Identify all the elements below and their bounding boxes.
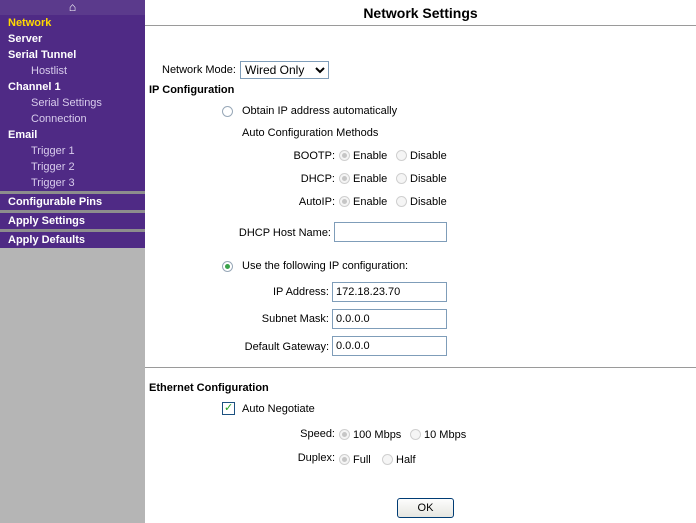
sidebar-item-trigger-2[interactable]: Trigger 2 <box>0 159 145 175</box>
speed-10-label: 10 Mbps <box>424 429 467 441</box>
autoip-disable-label: Disable <box>410 196 447 208</box>
sidebar-item-apply-settings[interactable]: Apply Settings <box>0 213 145 229</box>
default-gateway-label: Default Gateway: <box>244 341 329 353</box>
speed-100-radio[interactable] <box>339 429 350 440</box>
ip-address-label: IP Address: <box>272 286 329 298</box>
ok-button[interactable]: OK <box>397 498 454 518</box>
use-following-radio[interactable] <box>222 261 233 272</box>
autoip-label: AutoIP: <box>298 196 335 208</box>
sidebar-item-configurable-pins[interactable]: Configurable Pins <box>0 194 145 210</box>
autoip-disable-radio[interactable] <box>396 196 407 207</box>
sidebar-item-server[interactable]: Server <box>0 31 145 47</box>
sidebar-item-serial-settings[interactable]: Serial Settings <box>0 95 145 111</box>
sidebar-item-apply-defaults[interactable]: Apply Defaults <box>0 232 145 248</box>
sidebar-item-email[interactable]: Email <box>0 127 145 143</box>
duplex-full-radio[interactable] <box>339 454 350 465</box>
autoip-enable-label: Enable <box>353 196 388 208</box>
subnet-mask-input[interactable] <box>332 309 447 329</box>
sidebar-item-channel-1[interactable]: Channel 1 <box>0 79 145 95</box>
speed-10-radio[interactable] <box>410 429 421 440</box>
bootp-enable-radio[interactable] <box>339 150 350 161</box>
dhcp-enable-radio[interactable] <box>339 173 350 184</box>
ip-configuration-heading: IP Configuration <box>149 84 235 96</box>
page-title: Network Settings <box>145 0 696 26</box>
use-following-label: Use the following IP configuration: <box>242 260 409 272</box>
dhcp-enable-label: Enable <box>353 173 388 185</box>
duplex-full-label: Full <box>353 454 371 466</box>
sidebar-item-connection[interactable]: Connection <box>0 111 145 127</box>
sidebar-item-hostlist[interactable]: Hostlist <box>0 63 145 79</box>
bootp-enable-label: Enable <box>353 150 388 162</box>
duplex-half-radio[interactable] <box>382 454 393 465</box>
bootp-disable-radio[interactable] <box>396 150 407 161</box>
duplex-half-label: Half <box>396 454 416 466</box>
ip-address-input[interactable] <box>332 282 447 302</box>
obtain-auto-radio[interactable] <box>222 106 233 117</box>
ethernet-configuration-heading: Ethernet Configuration <box>149 382 269 394</box>
home-icon[interactable]: ⌂ <box>0 0 145 15</box>
auto-negotiate-checkbox[interactable] <box>222 401 235 415</box>
duplex-label: Duplex: <box>297 452 335 464</box>
dhcp-disable-label: Disable <box>410 173 447 185</box>
dhcp-label: DHCP: <box>300 173 335 185</box>
sidebar-item-trigger-3[interactable]: Trigger 3 <box>0 175 145 191</box>
sidebar: ⌂ Network Server Serial Tunnel Hostlist … <box>0 0 145 523</box>
speed-label: Speed: <box>300 428 335 440</box>
network-mode-label: Network Mode: <box>162 64 236 76</box>
autoip-enable-radio[interactable] <box>339 196 350 207</box>
sidebar-item-network[interactable]: Network <box>0 15 145 31</box>
auto-methods-label: Auto Configuration Methods <box>242 127 379 139</box>
bootp-disable-label: Disable <box>410 150 447 162</box>
speed-100-label: 100 Mbps <box>353 429 402 441</box>
auto-negotiate-label: Auto Negotiate <box>242 403 315 415</box>
obtain-auto-label: Obtain IP address automatically <box>242 105 398 117</box>
dhcp-host-name-label: DHCP Host Name: <box>238 227 331 239</box>
network-mode-select[interactable]: Wired Only <box>240 61 329 79</box>
dhcp-disable-radio[interactable] <box>396 173 407 184</box>
main-panel: Network Settings Network Mode: Wired Onl… <box>145 0 696 523</box>
section-divider <box>145 367 696 368</box>
default-gateway-input[interactable] <box>332 336 447 356</box>
sidebar-item-serial-tunnel[interactable]: Serial Tunnel <box>0 47 145 63</box>
subnet-mask-label: Subnet Mask: <box>261 313 329 325</box>
sidebar-item-trigger-1[interactable]: Trigger 1 <box>0 143 145 159</box>
bootp-label: BOOTP: <box>293 150 335 162</box>
dhcp-host-name-input[interactable] <box>334 222 447 242</box>
